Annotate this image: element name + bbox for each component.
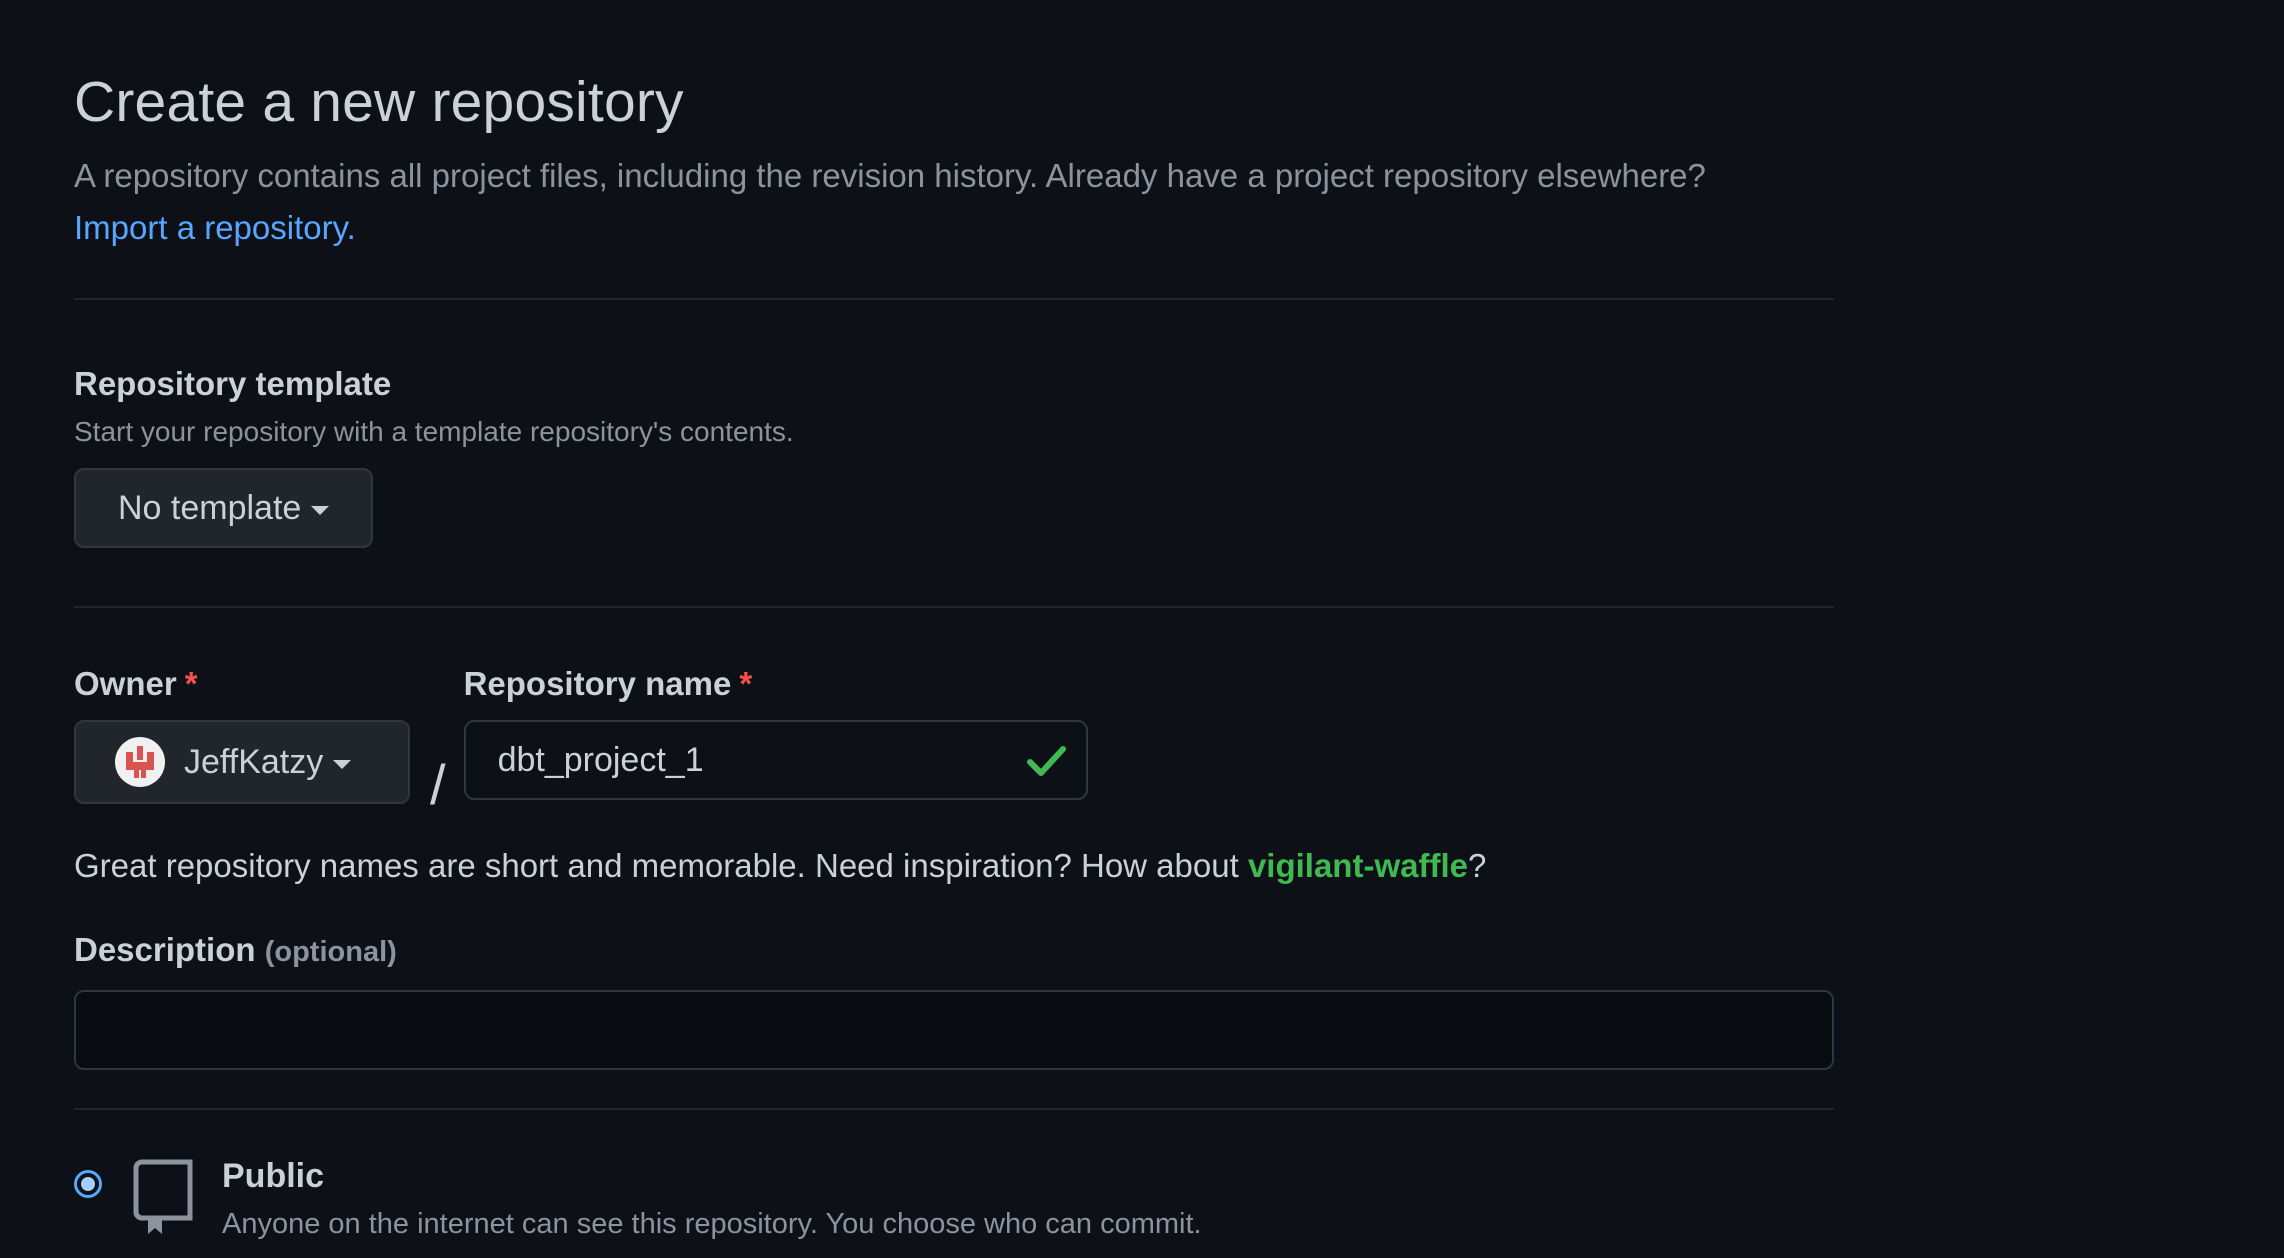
page-subtitle: A repository contains all project files,… — [74, 150, 1834, 254]
suggested-name[interactable]: vigilant-waffle — [1248, 847, 1468, 884]
template-section: Repository template Start your repositor… — [74, 362, 1834, 548]
avatar-icon — [114, 736, 166, 788]
required-marker: * — [184, 665, 198, 702]
import-repository-link[interactable]: Import a repository. — [74, 209, 356, 246]
owner-name-row: Owner * JeffKatzy / Repository name * db… — [74, 662, 1834, 820]
page-title: Create a new repository — [74, 70, 684, 134]
divider — [74, 1108, 1834, 1110]
name-hint: Great repository names are short and mem… — [74, 842, 1834, 890]
description-section: Description (optional) — [74, 928, 1834, 1070]
repo-name-group: Repository name * dbt_project_1 — [463, 662, 1088, 820]
owner-name-separator: / — [430, 753, 446, 816]
repo-name-value: dbt_project_1 — [497, 740, 704, 779]
caret-down-icon — [311, 505, 330, 515]
public-label: Public — [222, 1157, 325, 1195]
caret-down-icon — [333, 759, 352, 769]
owner-dropdown-button[interactable]: JeffKatzy — [74, 720, 410, 804]
public-option-text: Public Anyone on the internet can see th… — [222, 1154, 1202, 1246]
page: Create a new repository A repository con… — [0, 0, 2284, 1258]
public-note: Anyone on the internet can see this repo… — [222, 1208, 1202, 1240]
description-input[interactable] — [74, 990, 1834, 1070]
repo-name-input[interactable]: dbt_project_1 — [463, 720, 1088, 800]
repo-name-label: Repository name * — [464, 662, 1088, 706]
template-note: Start your repository with a template re… — [74, 416, 794, 447]
description-optional: (optional) — [264, 936, 397, 968]
subtitle-text: A repository contains all project files,… — [74, 157, 1706, 194]
description-label: Description (optional) — [74, 928, 1834, 974]
divider — [74, 606, 1834, 608]
description-label-text: Description — [74, 931, 256, 968]
template-button-label: No template — [118, 488, 302, 527]
check-icon — [1026, 744, 1066, 787]
repo-icon — [132, 1158, 196, 1241]
owner-group: Owner * JeffKatzy — [74, 662, 410, 820]
owner-selected: JeffKatzy — [184, 742, 324, 781]
visibility-public-option[interactable]: Public Anyone on the internet can see th… — [74, 1154, 1834, 1246]
name-hint-text: Great repository names are short and mem… — [74, 847, 1248, 884]
name-hint-suffix: ? — [1467, 847, 1487, 884]
divider — [74, 298, 1834, 300]
required-marker: * — [739, 665, 753, 702]
public-radio[interactable] — [74, 1170, 102, 1198]
template-dropdown-button[interactable]: No template — [74, 468, 374, 548]
repo-name-label-text: Repository name — [463, 665, 732, 702]
template-label: Repository template — [74, 365, 392, 402]
new-repo-form: Create a new repository A repository con… — [74, 0, 1834, 1246]
owner-label: Owner * — [74, 662, 410, 706]
owner-label-text: Owner — [74, 665, 177, 702]
radio-selected-dot — [81, 1177, 95, 1191]
